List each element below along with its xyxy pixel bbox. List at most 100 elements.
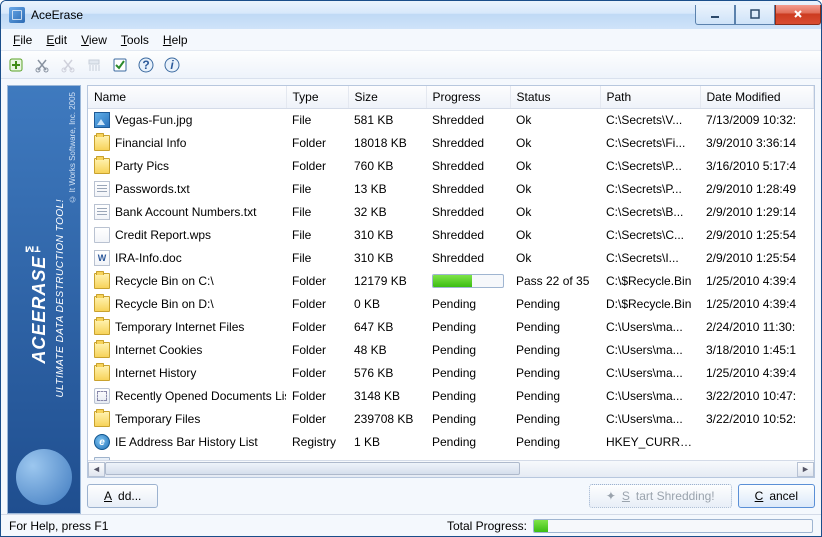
file-name: Temporary Internet Files [115,320,244,334]
scroll-left-icon[interactable]: ◄ [88,462,105,477]
cell-path: C:\$Recycle.Bin [600,270,700,293]
folder-icon [94,158,110,174]
cell-type: Folder [286,362,348,385]
add-button[interactable]: Add... [87,484,158,508]
table-row[interactable]: Temporary FilesFolder239708 KBPendingPen… [88,408,814,431]
close-button[interactable] [775,5,821,25]
folder-icon [94,342,110,358]
cell-path: C:\Secrets\I... [600,247,700,270]
cell-type: Folder [286,132,348,155]
table-row[interactable]: Bank Account Numbers.txtFile32 KBShredde… [88,201,814,224]
file-name: Recently Opened Documents List [115,389,286,403]
col-date[interactable]: Date Modified [700,86,814,109]
table-row[interactable]: Internet HistoryFolder576 KBPendingPendi… [88,362,814,385]
table-row[interactable]: Recycle Bin on D:\Folder0 KBPendingPendi… [88,293,814,316]
window-title: AceErase [31,8,83,22]
table-row[interactable]: IE Address Bar History ListRegistry1 KBP… [88,431,814,454]
cell-status: Ok [510,155,600,178]
cell-path: C:\Secrets\V... [600,109,700,132]
table-row[interactable]: Passwords.txtFile13 KBShreddedOkC:\Secre… [88,178,814,201]
table-row[interactable]: Financial Info Folder18018 KBShreddedOkC:… [88,132,814,155]
folder-icon [94,319,110,335]
toolbar-help-icon[interactable]: ? [137,56,155,74]
col-type[interactable]: Type [286,86,348,109]
maximize-button[interactable] [735,5,775,25]
cell-status: Ok [510,132,600,155]
menu-help[interactable]: Help [157,31,194,49]
toolbar-about-icon[interactable]: i [163,56,181,74]
cell-size: 18018 KB [348,132,426,155]
cell-progress: Pending [426,431,510,454]
cell-path: C:\Secrets\B... [600,201,700,224]
cell-progress: Pending [426,362,510,385]
cell-progress: Shredded [426,155,510,178]
cell-status: Pending [510,385,600,408]
cell-path: C:\Users\ma... [600,385,700,408]
cell-progress: Shredded [426,178,510,201]
table-row[interactable]: Recycle Bin on C:\Folder12179 KBPass 22 … [88,270,814,293]
table-row[interactable]: Temporary Internet FilesFolder647 KBPend… [88,316,814,339]
cell-size: 3148 KB [348,385,426,408]
cell-date: 2/9/2010 1:25:54 [700,247,814,270]
minimize-button[interactable] [695,5,735,25]
menu-edit[interactable]: Edit [40,31,73,49]
total-progress-bar [533,519,813,533]
cell-path: C:\Secrets\Fi... [600,132,700,155]
table-row[interactable]: Recently Opened Documents ListFolder3148… [88,385,814,408]
folder-icon [94,296,110,312]
toolbar-options-icon[interactable] [111,56,129,74]
file-name: Temporary Files [115,412,200,426]
cell-progress: Pending [426,339,510,362]
cell-progress: Pending [426,408,510,431]
menu-tools[interactable]: Tools [115,31,155,49]
cell-path: C:\Secrets\P... [600,178,700,201]
toolbar-add-icon[interactable] [7,56,25,74]
cell-status: Ok [510,178,600,201]
folder-icon [94,135,110,151]
file-list[interactable]: Name Type Size Progress Status Path Date… [87,85,815,478]
scroll-right-icon[interactable]: ► [797,462,814,477]
cell-progress: Shredded [426,247,510,270]
scroll-thumb[interactable] [105,462,520,475]
file-name: Financial Info [115,136,186,150]
col-size[interactable]: Size [348,86,426,109]
run-icon [94,457,110,460]
horizontal-scrollbar[interactable]: ◄ ► [88,460,814,477]
col-path[interactable]: Path [600,86,700,109]
cell-size: 13 KB [348,178,426,201]
table-row[interactable]: Vegas-Fun.jpgFile581 KBShreddedOkC:\Secr… [88,109,814,132]
col-status[interactable]: Status [510,86,600,109]
cell-status: Pending [510,293,600,316]
folder-icon [94,273,110,289]
cell-date: 3/9/2010 3:36:14 [700,132,814,155]
cell-path: C:\Users\ma... [600,362,700,385]
cell-status: Pending [510,316,600,339]
column-header-row[interactable]: Name Type Size Progress Status Path Date… [88,86,814,109]
table-row[interactable]: Party PicsFolder760 KBShreddedOkC:\Secre… [88,155,814,178]
col-progress[interactable]: Progress [426,86,510,109]
application-window: AceErase File Edit View Tools Help ? i [0,0,822,537]
cell-size: 48 KB [348,339,426,362]
button-row: Add... ✦ Start Shredding! Cancel [87,478,815,514]
cell-progress: Shredded [426,132,510,155]
txt-icon [94,204,110,220]
cell-size: 310 KB [348,224,426,247]
table-row[interactable]: Internet CookiesFolder48 KBPendingPendin… [88,339,814,362]
menu-view[interactable]: View [75,31,113,49]
cell-type: File [286,247,348,270]
table-row[interactable]: IRA-Info.docFile310 KBShreddedOkC:\Secre… [88,247,814,270]
cell-type: Folder [286,408,348,431]
doc-icon [94,250,110,266]
menu-file[interactable]: File [7,31,38,49]
col-name[interactable]: Name [88,86,286,109]
total-progress-label: Total Progress: [447,519,527,533]
table-row[interactable]: Credit Report.wpsFile310 KBShreddedOkC:\… [88,224,814,247]
toolbar-shred-icon[interactable] [85,56,103,74]
toolbar-cut-icon[interactable] [33,56,51,74]
file-name: Passwords.txt [115,182,190,196]
titlebar[interactable]: AceErase [1,1,821,29]
banner-copyright: © It Works Software, Inc. 2005 [68,92,77,204]
cell-status: Ok [510,109,600,132]
cell-type: File [286,109,348,132]
cancel-button[interactable]: Cancel [738,484,815,508]
